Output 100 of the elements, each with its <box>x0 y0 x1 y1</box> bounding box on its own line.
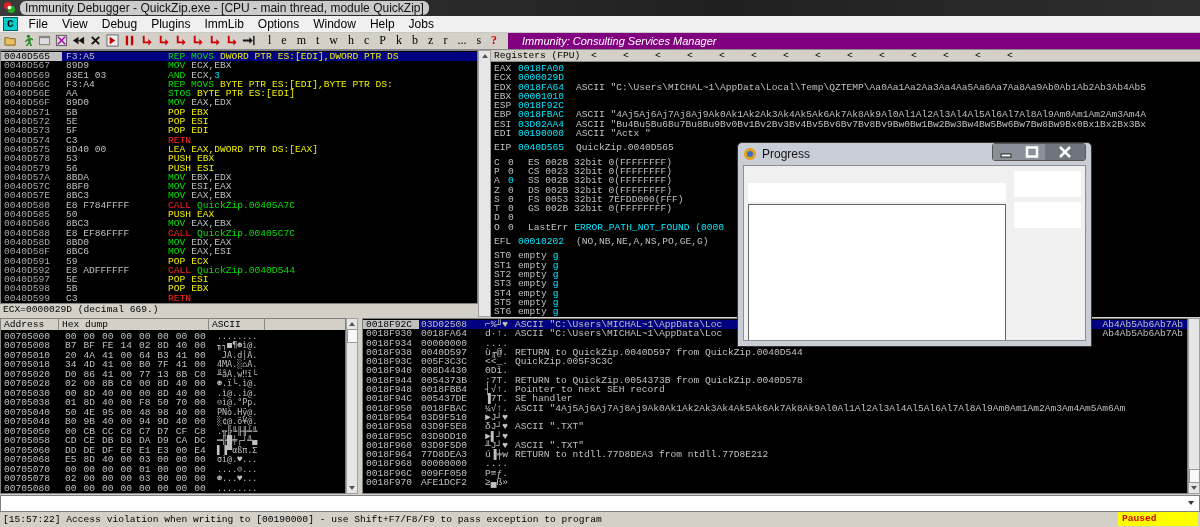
column-header[interactable]: Hex dump <box>59 319 209 330</box>
pause-icon[interactable] <box>123 34 136 48</box>
disassembly-row[interactable]: 0040D565 F3:A5 REP MOVS DWORD PTR ES:[EDI],DWORD PTR DS <box>1 51 477 62</box>
scrollbar[interactable] <box>478 49 491 317</box>
disassembly-row[interactable]: 0040D586 8BC3 MOV EAX,EBX <box>1 219 477 229</box>
menu-item[interactable]: Plugins <box>144 16 198 31</box>
stack-row[interactable]: 0018F950 0018FBAC ¼√↑. ASCII "4Aj5Aj6Aj7Aj8Aj9Ak0Ak1Ak2Ak3Ak4Ak5Ak6Ak7Ak8Ak9Al0Al1Al2Al3Al4Al5Al6Al7Al8Al9Am0Am1Am2Am3Am4Am5Am6Am <box>363 403 1187 413</box>
disassembly-row[interactable]: 0040D599 C3 RETN <box>1 293 477 303</box>
stack-row[interactable]: 0018F93C 005F3C3C <<_. QuickZip.005F3C3C <box>363 357 1187 367</box>
toolbar-button[interactable]: h <box>343 32 360 49</box>
menu-item[interactable]: File <box>21 16 55 31</box>
disassembly-row[interactable]: 0040D57A 8BDA MOV EBX,EDX <box>1 172 477 183</box>
arrow-button[interactable]: < <box>962 49 994 61</box>
stack-row[interactable]: 0018F96C 009FF050 P≡ƒ. <box>363 468 1187 479</box>
toolbar-button[interactable]: e <box>276 32 292 49</box>
stack-row[interactable]: 0018F954 03D9F510 ►J┘♥ <box>363 412 1187 423</box>
menu-item[interactable]: View <box>54 16 95 31</box>
stack-row[interactable]: 0018F958 03D9F5E8 δJ┘♥ ASCII ".TXT" <box>363 422 1187 432</box>
stack-row[interactable]: 0018F940 008D4430 0Dì. <box>363 366 1187 376</box>
toolbar-button[interactable]: w <box>324 32 344 49</box>
arrow-button[interactable]: < <box>674 49 706 61</box>
window-icon[interactable] <box>38 34 51 48</box>
close-icon[interactable] <box>89 34 102 48</box>
scroll-thumb[interactable] <box>1188 469 1200 483</box>
disassembly-row[interactable]: 0040D588 E8 EF86FFFF CALL QuickZip.00405C7C <box>1 228 477 238</box>
disassembly-row[interactable]: 0040D56E AA STOS BYTE PTR ES:[EDI] <box>1 89 477 99</box>
disassembly-row[interactable]: 0040D569 83E1 03 AND ECX,3 <box>1 70 477 80</box>
step-arrow-icon[interactable] <box>140 34 153 48</box>
stack-row[interactable]: 0018F934 00000000 .... <box>363 338 1187 348</box>
disassembly-row[interactable]: 0040D58D 8BD0 MOV EDX,EAX <box>1 237 477 248</box>
stack-row[interactable]: 0018F964 77D8DEA3 ú▐╪w RETURN to ntdll.77D8DEA3 from ntdll.77D8E212 <box>363 450 1187 460</box>
command-field[interactable] <box>0 495 1200 512</box>
arrow-button[interactable]: < <box>866 49 898 61</box>
cpu-window-button[interactable]: C <box>3 16 18 31</box>
maximize-icon[interactable] <box>1019 144 1045 160</box>
stack-row[interactable]: 0018F968 00000000 .... <box>363 459 1187 469</box>
disassembly-row[interactable]: 0040D597 5E POP ESI <box>1 275 477 285</box>
stack-row[interactable]: 0018F948 0018FBB4 ┤√↑. Pointer to next SEH record <box>363 385 1187 395</box>
step-arrow-icon[interactable] <box>208 34 221 48</box>
disassembly-row[interactable]: 0040D592 E8 ADFFFFFF CALL QuickZip.0040D544 <box>1 265 477 276</box>
stack-row[interactable]: 0018F970 AFE1DCF2 ≥▄ß» <box>363 478 1187 488</box>
toolbar-button[interactable]: b <box>407 32 424 49</box>
toolbar-button[interactable]: P <box>374 32 392 49</box>
disassembly-row[interactable]: 0040D56F 89D0 MOV EAX,EDX <box>1 98 477 108</box>
menu-item[interactable]: ImmLib <box>197 16 251 31</box>
disassembly-row[interactable]: 0040D57C 8BF0 MOV ESI,EAX <box>1 182 477 192</box>
toolbar-button[interactable]: l <box>263 32 277 49</box>
toolbar-button[interactable]: z <box>423 32 439 49</box>
disassembly-row[interactable]: 0040D598 5B POP EBX <box>1 284 477 294</box>
disassembly-row[interactable]: 0040D591 59 POP ECX <box>1 256 477 266</box>
disassembly-row[interactable]: 0040D567 89D9 MOV ECX,EBX <box>1 61 477 71</box>
toolbar-button[interactable]: t <box>311 32 325 49</box>
minimize-icon[interactable] <box>993 144 1019 160</box>
step-arrow-icon[interactable] <box>174 34 187 48</box>
arrow-button[interactable]: < <box>834 49 866 61</box>
stack-row[interactable]: 0018F938 0040D597 ù╓@. RETURN to QuickZip.0040D597 from QuickZip.0040D544 <box>363 347 1187 358</box>
stack-row[interactable]: 0018F95C 03D9DD10 ►▌┘♥ <box>363 431 1187 441</box>
disassembly-row[interactable]: 0040D575 8D40 00 LEA EAX,DWORD PTR DS:[EAX] <box>1 144 477 155</box>
disassembly-row[interactable]: 0040D572 5E POP ESI <box>1 117 477 127</box>
menu-item[interactable]: Help <box>362 16 402 31</box>
disassembly-row[interactable]: 0040D571 5B POP EBX <box>1 107 477 118</box>
disassembly-row[interactable]: 0040D56C F3:A4 REP MOVS BYTE PTR ES:[EDI],BYTE PTR DS: <box>1 79 477 90</box>
arrow-button[interactable]: < <box>994 49 1026 61</box>
disassembly-row[interactable]: 0040D579 56 PUSH ESI <box>1 163 477 173</box>
arrow-button[interactable]: < <box>930 49 962 61</box>
open-folder-icon[interactable] <box>4 34 17 48</box>
menu-item[interactable]: Jobs <box>401 16 441 31</box>
scrollbar[interactable] <box>346 318 358 494</box>
column-header[interactable]: ASCII <box>209 319 265 330</box>
step-arrow-icon[interactable] <box>191 34 204 48</box>
disassembly-row[interactable]: 0040D578 53 PUSH EBX <box>1 154 477 164</box>
toolbar-button[interactable]: m <box>291 32 311 49</box>
disassembly-row[interactable]: 0040D58F 8BC6 MOV EAX,ESI <box>1 247 477 257</box>
grid-icon[interactable] <box>55 34 68 48</box>
arrow-button[interactable]: < <box>738 49 770 61</box>
arrow-button[interactable]: < <box>642 49 674 61</box>
arrow-button[interactable]: < <box>610 49 642 61</box>
arrow-to-bar-icon[interactable] <box>242 34 255 48</box>
scrollbar[interactable] <box>1188 318 1200 494</box>
scroll-thumb[interactable] <box>346 329 358 343</box>
arrow-button[interactable]: < <box>898 49 930 61</box>
toolbar-button[interactable]: r <box>438 32 453 49</box>
step-arrow-icon[interactable] <box>157 34 170 48</box>
arrow-button[interactable]: < <box>706 49 738 61</box>
menu-item[interactable]: Debug <box>94 16 145 31</box>
disassembly-row[interactable]: 0040D585 50 PUSH EAX <box>1 210 477 220</box>
arrow-button[interactable]: < <box>770 49 802 61</box>
menu-item[interactable]: Options <box>250 16 307 31</box>
arrow-button[interactable]: < <box>578 49 610 61</box>
column-header[interactable]: Address <box>1 319 59 330</box>
disassembly-row[interactable]: 0040D580 E8 F784FFFF CALL QuickZip.00405A7C <box>1 200 477 210</box>
toolbar-button[interactable]: c <box>359 32 375 49</box>
disassembly-row[interactable]: 0040D57E 8BC3 MOV EAX,EBX <box>1 191 477 201</box>
step-arrow-icon[interactable] <box>225 34 238 48</box>
play-icon[interactable] <box>106 34 119 48</box>
arrow-button[interactable]: < <box>802 49 834 61</box>
toolbar-button[interactable]: s <box>471 32 487 49</box>
stack-row[interactable]: 0018F94C 005437DE ▐7T. SE handler <box>363 394 1187 404</box>
disassembly-row[interactable]: 0040D573 5F POP EDI <box>1 126 477 136</box>
toolbar-button[interactable]: ... <box>452 32 472 49</box>
